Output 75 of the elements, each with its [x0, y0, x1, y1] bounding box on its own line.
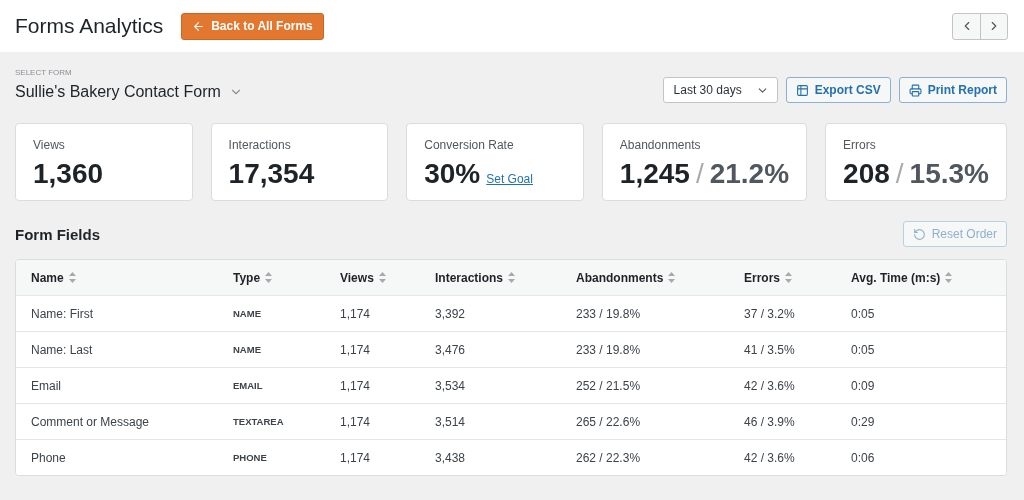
- table-cell-text: 3,514: [435, 414, 467, 429]
- column-header[interactable]: Abandonments: [576, 270, 664, 285]
- sort-icon[interactable]: [668, 272, 676, 283]
- table-icon: [795, 83, 809, 97]
- stat-label: Abandonments: [619, 138, 702, 152]
- sort-icon[interactable]: [508, 272, 515, 283]
- sort-icon[interactable]: [785, 272, 793, 283]
- table-cell-text: Name: Last: [31, 342, 94, 357]
- printer-icon: [908, 83, 922, 97]
- stat-label: Views: [33, 138, 66, 152]
- separator: /: [695, 158, 704, 190]
- stat-value: 17,354: [228, 158, 315, 190]
- table-cell-text: Phone: [31, 450, 67, 465]
- table-cell-text: 37 / 3.2%: [744, 306, 796, 321]
- table-cell-text: 46 / 3.9%: [744, 414, 796, 429]
- sort-icon[interactable]: [265, 272, 273, 283]
- column-header[interactable]: Type: [233, 270, 261, 285]
- table-cell-text: NAME: [233, 344, 262, 355]
- table-cell-text: 1,174: [340, 378, 372, 393]
- stat-label: Interactions: [228, 138, 292, 152]
- table-cell-text: 265 / 22.6%: [576, 414, 642, 429]
- table-cell-text: PHONE: [233, 452, 268, 463]
- set-goal-link[interactable]: Set Goal: [486, 172, 533, 186]
- table-cell-text: 233 / 19.8%: [576, 342, 642, 357]
- reset-icon: [912, 227, 926, 241]
- table-cell-text: 42 / 3.6%: [744, 450, 796, 465]
- table-cell-text: 0:05: [851, 342, 876, 357]
- table-cell-text: 3,392: [435, 306, 467, 321]
- table-cell-text: NAME: [233, 308, 262, 319]
- table-cell-text: 0:05: [851, 306, 876, 321]
- table-cell-text: 0:29: [851, 414, 876, 429]
- table-cell-text: 0:06: [851, 450, 876, 465]
- table-cell-text: 1,174: [340, 414, 372, 429]
- table-cell-text: 1,174: [340, 450, 372, 465]
- table-cell-text: 262 / 22.3%: [576, 450, 642, 465]
- stat-label: Conversion Rate: [424, 138, 515, 152]
- column-header[interactable]: Avg. Time (m:s): [851, 270, 941, 285]
- stat-value: 1,360: [33, 158, 104, 190]
- table-cell-text: 233 / 19.8%: [576, 306, 642, 321]
- table-cell-text: TEXTAREA: [233, 416, 285, 427]
- table-cell-text: 1,174: [340, 342, 372, 357]
- column-header[interactable]: Errors: [744, 270, 781, 285]
- column-header[interactable]: Interactions: [435, 270, 503, 285]
- section-title: Form Fields: [15, 225, 100, 243]
- table-cell-text: Email: [31, 378, 62, 393]
- select-form-label: SELECT FORM: [15, 68, 73, 77]
- print-button[interactable]: Print Report: [898, 77, 1007, 103]
- stat-label: Errors: [843, 138, 877, 152]
- stat-value: 30%: [424, 158, 481, 190]
- arrow-left-icon: [192, 19, 206, 33]
- sort-icon[interactable]: [68, 272, 76, 283]
- separator: /: [895, 158, 904, 190]
- table-cell-text: 1,174: [340, 306, 372, 321]
- table-cell-text: 42 / 3.6%: [744, 378, 796, 393]
- table-cell-text: EMAIL: [233, 380, 264, 391]
- table-cell-text: 0:09: [851, 378, 876, 393]
- sort-icon[interactable]: [378, 272, 386, 283]
- table-cell-text: 41 / 3.5%: [744, 342, 796, 357]
- table-cell-text: Name: First: [31, 306, 94, 321]
- sort-icon[interactable]: [945, 272, 953, 283]
- stat-value: 208: [843, 158, 890, 190]
- stat-percentage: 15.3%: [909, 158, 989, 190]
- column-header[interactable]: Name: [31, 270, 64, 285]
- form-select[interactable]: Sullie's Bakery Contact Form: [15, 83, 243, 101]
- table-cell-text: 252 / 21.5%: [576, 378, 642, 393]
- date-range-select[interactable]: Last 30 days: [662, 77, 778, 103]
- table-cell-text: 3,476: [435, 342, 467, 357]
- stat-percentage: 21.2%: [709, 158, 790, 190]
- export-button[interactable]: Export CSV: [785, 77, 891, 103]
- table-cell-text: Comment or Message: [31, 414, 151, 429]
- page-title: Forms Analytics: [15, 14, 164, 38]
- column-header[interactable]: Views: [340, 270, 374, 285]
- table-cell-text: 3,438: [435, 450, 467, 465]
- stat-value: 1,245: [619, 158, 690, 190]
- table-cell-text: 3,534: [435, 378, 467, 393]
